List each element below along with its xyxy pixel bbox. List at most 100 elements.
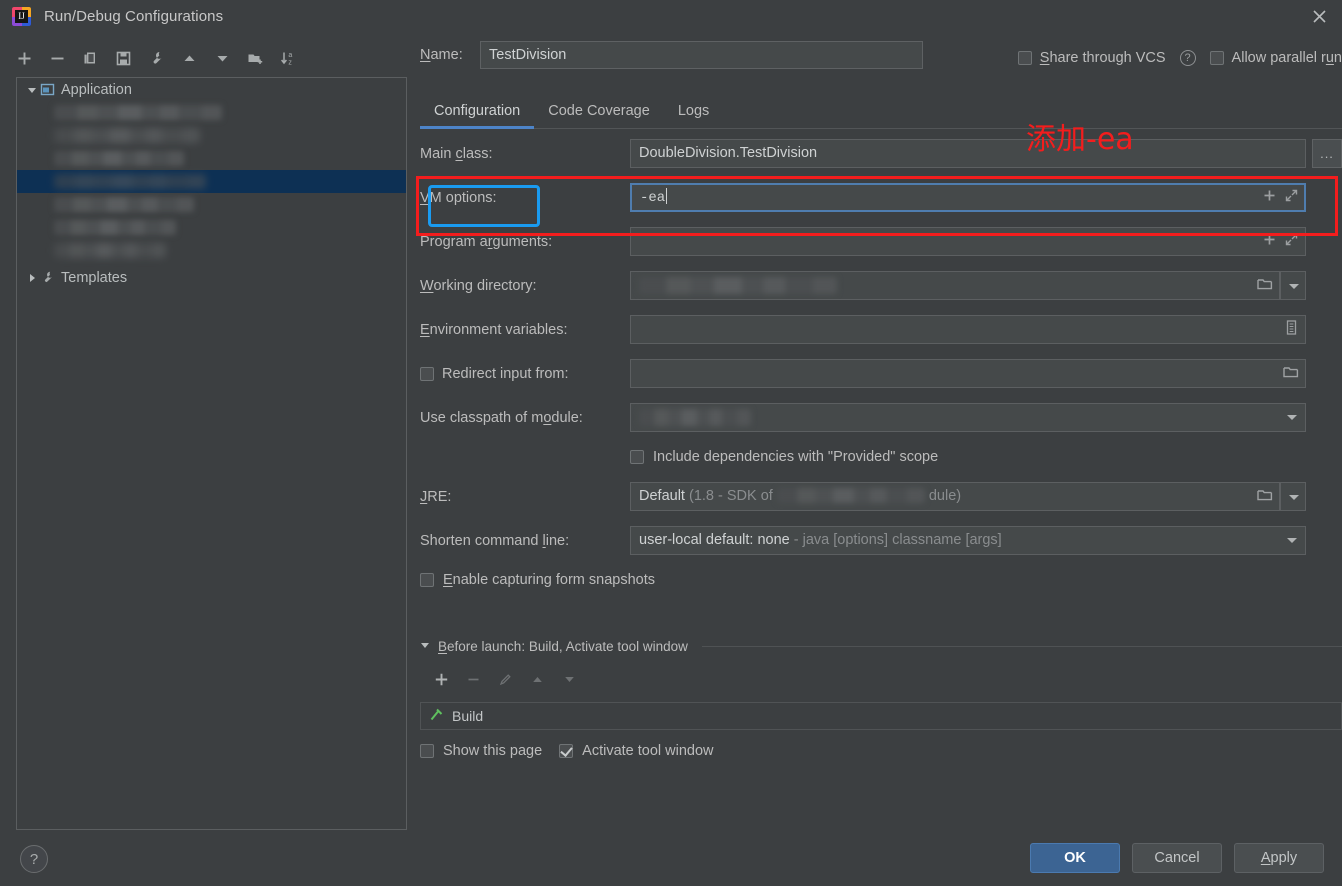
tab-code-coverage[interactable]: Code Coverage bbox=[534, 103, 664, 128]
list-item[interactable] bbox=[17, 147, 406, 170]
before-launch-options: Show this page Activate tool window bbox=[420, 743, 1342, 759]
main-class-input[interactable]: DoubleDivision.TestDivision bbox=[630, 139, 1306, 168]
classpath-module-combo[interactable] bbox=[630, 403, 1306, 432]
cancel-button[interactable]: Cancel bbox=[1132, 843, 1222, 873]
expand-diagonal-icon[interactable] bbox=[1285, 233, 1298, 250]
before-launch-item-label: Build bbox=[452, 708, 484, 724]
arrow-up-icon[interactable] bbox=[181, 50, 198, 67]
working-directory-browse-button[interactable] bbox=[1251, 271, 1280, 300]
before-launch-remove-button[interactable] bbox=[466, 672, 481, 691]
svg-text:a: a bbox=[288, 52, 292, 59]
list-item[interactable] bbox=[17, 170, 406, 193]
list-item[interactable] bbox=[17, 193, 406, 216]
plus-icon[interactable] bbox=[1263, 189, 1276, 206]
redacted-value bbox=[776, 488, 925, 503]
configuration-form: Main class: DoubleDivision.TestDivision … bbox=[420, 138, 1342, 597]
wrench-icon bbox=[40, 270, 56, 286]
application-window-icon bbox=[40, 82, 56, 98]
jre-label: JRE: bbox=[420, 488, 452, 505]
annotation-note: 添加-ea bbox=[1026, 122, 1134, 157]
jre-combo[interactable]: Default (1.8 - SDK of dule) bbox=[630, 482, 1251, 511]
close-icon[interactable] bbox=[1296, 0, 1342, 33]
save-icon[interactable] bbox=[115, 50, 132, 67]
editor-tabs: Configuration Code Coverage Logs bbox=[420, 93, 1342, 129]
activate-tool-window-checkbox[interactable] bbox=[559, 744, 574, 758]
before-launch-section: Before launch: Build, Activate tool wind… bbox=[420, 636, 1342, 759]
plus-icon[interactable] bbox=[16, 50, 33, 67]
before-launch-header[interactable]: Before launch: Build, Activate tool wind… bbox=[420, 636, 1342, 656]
allow-parallel-run-label: Allow parallel run bbox=[1231, 50, 1342, 66]
redacted-value bbox=[639, 409, 751, 426]
name-input[interactable]: TestDivision bbox=[480, 41, 923, 69]
redacted-value bbox=[639, 277, 837, 294]
window-title-bar: IJ Run/Debug Configurations bbox=[0, 0, 1342, 33]
program-arguments-input[interactable] bbox=[630, 227, 1306, 256]
list-item[interactable] bbox=[17, 124, 406, 147]
jre-browse-button[interactable] bbox=[1251, 482, 1280, 511]
working-directory-input[interactable] bbox=[630, 271, 1251, 300]
list-edit-icon[interactable] bbox=[1285, 320, 1298, 339]
jre-dropdown[interactable] bbox=[1280, 482, 1306, 511]
copy-icon[interactable] bbox=[82, 50, 99, 67]
redirect-input-browse-button[interactable] bbox=[1277, 359, 1306, 388]
before-launch-move-up-button[interactable] bbox=[530, 672, 545, 691]
folder-icon bbox=[1257, 277, 1273, 295]
share-through-vcs-checkbox[interactable] bbox=[1017, 51, 1032, 65]
redirect-input-label: Redirect input from: bbox=[442, 365, 569, 382]
before-launch-list[interactable]: Build bbox=[420, 702, 1342, 730]
tree-group-templates[interactable]: Templates bbox=[17, 266, 406, 289]
program-arguments-label: Program arguments: bbox=[420, 233, 553, 250]
environment-variables-input[interactable] bbox=[630, 315, 1306, 344]
page-title: Run/Debug Configurations bbox=[44, 8, 224, 25]
folder-add-icon[interactable] bbox=[247, 50, 264, 67]
tab-logs[interactable]: Logs bbox=[664, 103, 723, 128]
before-launch-add-button[interactable] bbox=[434, 672, 449, 691]
minus-icon[interactable] bbox=[49, 50, 66, 67]
main-class-browse-button[interactable]: ... bbox=[1312, 139, 1342, 168]
question-circle-icon[interactable]: ? bbox=[1179, 50, 1196, 66]
chevron-down-icon[interactable] bbox=[1287, 415, 1297, 420]
before-launch-edit-button[interactable] bbox=[498, 672, 513, 691]
configurations-toolbar: a z bbox=[16, 44, 406, 72]
triangle-down-icon[interactable] bbox=[420, 638, 430, 654]
classpath-module-label: Use classpath of module: bbox=[420, 409, 583, 426]
show-this-page-checkbox[interactable] bbox=[420, 744, 434, 758]
program-arguments-row: Program arguments: ... bbox=[420, 226, 1342, 257]
tab-configuration[interactable]: Configuration bbox=[420, 103, 535, 129]
vm-options-input[interactable]: -ea bbox=[630, 183, 1306, 212]
shorten-command-line-combo[interactable]: user-local default: none - java [options… bbox=[630, 526, 1306, 555]
before-launch-move-down-button[interactable] bbox=[562, 672, 577, 691]
triangle-right-icon[interactable] bbox=[24, 273, 40, 283]
triangle-down-icon[interactable] bbox=[24, 85, 40, 95]
redirect-input-row: Redirect input from: ... bbox=[420, 358, 1342, 389]
list-item[interactable] bbox=[17, 239, 406, 262]
folder-icon bbox=[1283, 365, 1299, 383]
environment-variables-row: Environment variables: ... bbox=[420, 314, 1342, 345]
include-provided-checkbox[interactable] bbox=[630, 450, 644, 464]
help-button[interactable]: ? bbox=[20, 845, 48, 873]
tree-group-application[interactable]: Application bbox=[17, 78, 406, 101]
allow-parallel-run-checkbox[interactable] bbox=[1209, 51, 1224, 65]
chevron-down-icon[interactable] bbox=[1287, 538, 1297, 543]
intellij-idea-logo: IJ bbox=[12, 7, 31, 26]
working-directory-history-dropdown[interactable] bbox=[1280, 271, 1306, 300]
name-label: Name: bbox=[420, 47, 463, 63]
form-snapshots-checkbox[interactable] bbox=[420, 573, 434, 587]
sort-alphabetical-icon[interactable]: a z bbox=[280, 50, 297, 67]
plus-icon[interactable] bbox=[1263, 233, 1276, 250]
redirect-input-checkbox[interactable] bbox=[420, 366, 434, 381]
wrench-icon[interactable] bbox=[148, 50, 165, 67]
configurations-tree[interactable]: Application Templates bbox=[16, 77, 407, 830]
apply-button[interactable]: Apply bbox=[1234, 843, 1324, 873]
top-options: Share through VCS ? Allow parallel run bbox=[1017, 50, 1342, 66]
ok-button[interactable]: OK bbox=[1030, 843, 1120, 873]
expand-diagonal-icon[interactable] bbox=[1285, 189, 1298, 206]
shorten-command-line-row: Shorten command line: user-local default… bbox=[420, 525, 1342, 556]
section-divider bbox=[701, 645, 1342, 647]
arrow-down-icon[interactable] bbox=[214, 50, 231, 67]
dialog-buttons: OK Cancel Apply bbox=[1030, 843, 1324, 873]
list-item[interactable] bbox=[17, 101, 406, 124]
list-item[interactable] bbox=[17, 216, 406, 239]
share-through-vcs-label: Share through VCS bbox=[1039, 50, 1166, 66]
redirect-input-path-input[interactable] bbox=[630, 359, 1277, 388]
